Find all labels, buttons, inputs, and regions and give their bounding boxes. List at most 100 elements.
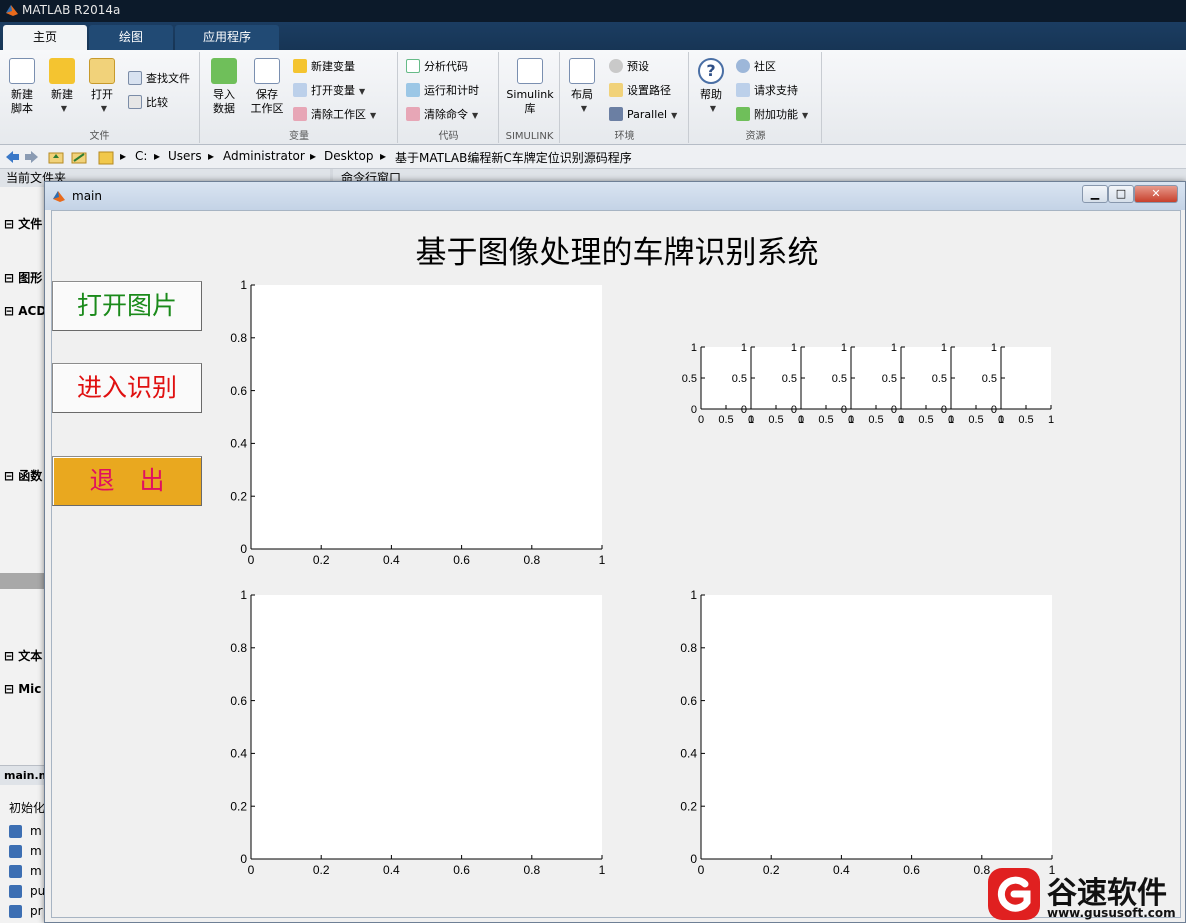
new-script-button[interactable]: 新建 脚本 [4,58,40,116]
clear-workspace-button[interactable]: 清除工作区 ▼ [293,106,376,124]
close-icon: ✕ [1151,187,1161,200]
y-tick-label: 0.6 [230,694,247,708]
group-label-file: 文件 [89,131,110,142]
community-button[interactable]: 社区 [736,58,776,76]
details-text: 初始化 [9,801,46,815]
browse-folder-icon[interactable] [71,149,87,165]
breadcrumb-desktop[interactable]: Desktop [324,149,374,163]
x-tick-label: 0.5 [768,414,783,426]
add-ons-button[interactable]: 附加功能 ▼ [736,106,808,124]
open-variable-button[interactable]: 打开变量 ▼ [293,82,365,100]
forward-arrow-icon[interactable] [24,149,40,165]
y-tick-label: 0.6 [680,694,697,708]
ribbon-group-file: 新建 脚本 新建 ▼ 打开 ▼ 查找文件 比较 文件 [0,52,200,143]
figure-title-bar[interactable]: main ▁ □ ✕ [45,182,1185,210]
x-tick-label: 0.5 [1018,414,1033,426]
help-button[interactable]: ? 帮助 ▼ [696,58,726,116]
up-folder-icon[interactable] [48,149,64,165]
tab-home[interactable]: 主页 [3,25,87,50]
eraser-icon [293,107,307,121]
selected-file-row[interactable] [0,573,44,589]
axes-original-image: 0 0.2 0.4 0.6 0.8 1 0 0.2 0.4 0.6 0.8 1 [230,278,605,567]
stopwatch-icon [406,83,420,97]
ribbon: 新建 脚本 新建 ▼ 打开 ▼ 查找文件 比较 文件 导入 数据 保存 工作区 [0,50,1186,145]
section-functions[interactable]: ⊟ 函数 [4,467,42,484]
x-tick-label: 1 [1048,414,1054,426]
breadcrumb-administrator[interactable]: Administrator [223,149,305,163]
clear-commands-button[interactable]: 清除命令 ▼ [406,106,478,124]
y-tick-label: 0.5 [932,373,947,385]
close-button[interactable]: ✕ [1134,185,1178,203]
simulink-library-button[interactable]: Simulink 库 [504,58,556,116]
section-figures[interactable]: ⊟ 图形 [4,269,42,286]
breadcrumb-users[interactable]: Users [168,149,202,163]
breadcrumb-project-folder[interactable]: 基于MATLAB编程新C车牌定位识别源码程序 [395,149,632,166]
compare-button[interactable]: 比较 [128,94,168,112]
section-mic[interactable]: ⊟ Mic [4,682,41,696]
simulink-icon [517,58,543,84]
x-tick-label: 0.6 [453,863,470,877]
group-label-simulink: SIMULINK [505,131,554,142]
import-data-button[interactable]: 导入 数据 [207,58,241,116]
tab-plots[interactable]: 绘图 [89,25,173,50]
matlab-logo-icon [6,5,18,16]
section-text[interactable]: ⊟ 文本 [4,647,42,664]
y-tick-label: 1 [240,278,247,292]
function-icon [9,885,22,898]
section-acd[interactable]: ⊟ ACD [4,304,46,318]
find-files-button[interactable]: 查找文件 [128,70,190,88]
back-arrow-icon[interactable] [4,149,20,165]
watermark-url: www.gususoft.com [1047,906,1176,920]
x-tick-label: 0.2 [763,863,780,877]
y-tick-label: 0.5 [682,373,697,385]
axes-bottom-left: 0 0.2 0.4 0.6 0.8 1 0 0.2 0.4 0.6 0.8 1 [230,588,605,877]
section-files[interactable]: ⊟ 文件 [4,215,42,232]
function-icon [9,865,22,878]
chevron-down-icon: ▼ [60,104,68,113]
x-tick-label: 1 [599,553,606,567]
tab-apps[interactable]: 应用程序 [175,25,279,50]
x-tick-label: 0 [248,553,255,567]
new-variable-button[interactable]: 新建变量 [293,58,355,76]
x-tick-label: 0.5 [968,414,983,426]
minimize-button[interactable]: ▁ [1082,185,1108,203]
parallel-button[interactable]: Parallel ▼ [609,106,677,124]
chevron-down-icon: ▼ [802,111,809,120]
chevron-down-icon: ▼ [359,87,366,96]
analyze-code-button[interactable]: 分析代码 [406,58,468,76]
set-path-button[interactable]: 设置路径 [609,82,671,100]
group-label-environment: 环境 [614,131,635,142]
x-tick-label: 0 [948,414,954,426]
function-item[interactable]: m [30,824,42,838]
y-tick-label: 1 [941,342,947,354]
function-item[interactable]: pu [30,884,45,898]
new-button[interactable]: 新建 ▼ [44,58,80,116]
open-button[interactable]: 打开 ▼ [84,58,120,116]
new-script-icon [9,58,35,84]
community-icon [736,59,750,73]
preferences-button[interactable]: 预设 [609,58,649,76]
maximize-button[interactable]: □ [1108,185,1134,203]
function-item[interactable]: m [30,864,42,878]
ribbon-tab-bar: 主页 绘图 应用程序 [0,22,1186,50]
save-workspace-button[interactable]: 保存 工作区 [247,58,287,116]
breadcrumb-c[interactable]: C: [135,149,147,163]
x-tick-label: 0.4 [383,863,400,877]
axes-char-7-plot-area [1001,347,1051,409]
layout-button[interactable]: 布局 ▼ [567,58,597,116]
x-tick-label: 0.6 [903,863,920,877]
function-item[interactable]: pr [30,904,43,918]
function-icon [9,845,22,858]
function-item[interactable]: m [30,844,42,858]
x-tick-label: 0 [898,414,904,426]
y-tick-label: 0 [891,404,897,416]
axes-bottom-left-plot-area [251,595,602,859]
y-tick-label: 0.5 [832,373,847,385]
request-support-button[interactable]: 请求支持 [736,82,798,100]
import-arrow-icon [211,58,237,84]
y-tick-label: 1 [240,588,247,602]
y-tick-label: 0 [691,404,697,416]
compare-icon [128,95,142,109]
run-and-time-button[interactable]: 运行和计时 [406,82,479,100]
ribbon-group-environment: 布局 ▼ 预设 设置路径 Parallel ▼ 环境 [561,52,689,143]
